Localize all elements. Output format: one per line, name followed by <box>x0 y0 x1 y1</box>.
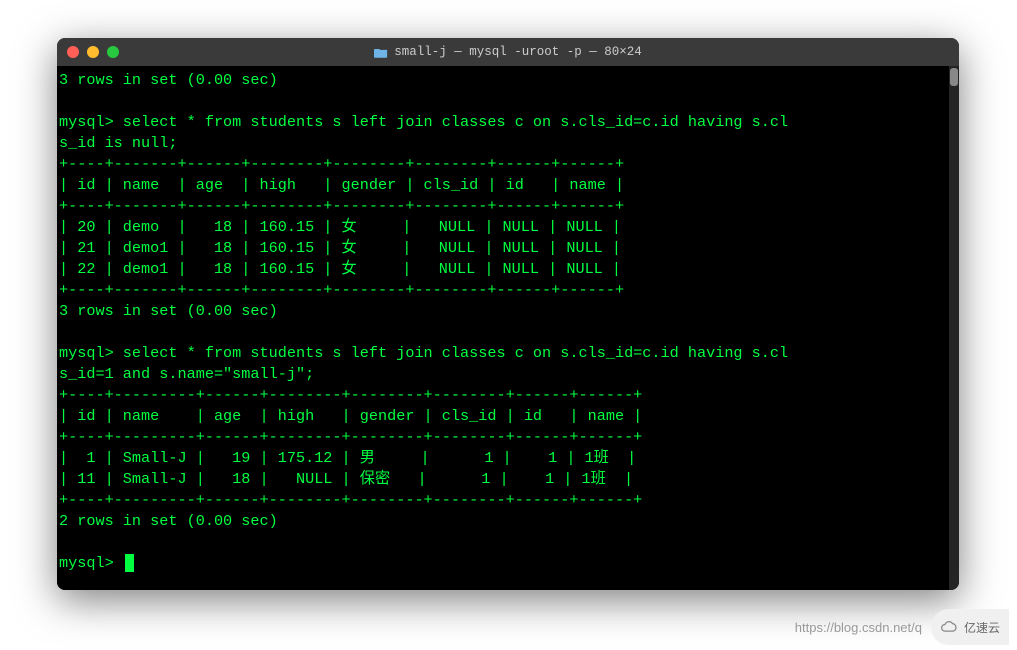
terminal-line: +----+---------+------+--------+--------… <box>59 491 642 509</box>
terminal-line: 3 rows in set (0.00 sec) <box>59 302 278 320</box>
window-title-text: small-j — mysql -uroot -p — 80×24 <box>394 45 642 59</box>
terminal-line: +----+-------+------+--------+--------+-… <box>59 281 624 299</box>
terminal-line: +----+---------+------+--------+--------… <box>59 428 642 446</box>
terminal-line: +----+-------+------+--------+--------+-… <box>59 155 624 173</box>
close-icon[interactable] <box>67 46 79 58</box>
terminal-line: | 20 | demo | 18 | 160.15 | 女 | NULL | N… <box>59 218 621 236</box>
terminal-output: 3 rows in set (0.00 sec) mysql> select *… <box>59 70 957 574</box>
terminal-prompt[interactable]: mysql> <box>59 554 123 572</box>
logo-badge: 亿速云 <box>931 609 1009 645</box>
window-titlebar[interactable]: small-j — mysql -uroot -p — 80×24 <box>57 38 959 66</box>
terminal-line: s_id is null; <box>59 134 177 152</box>
terminal-line: | 1 | Small-J | 19 | 175.12 | 男 | 1 | 1 … <box>59 449 636 467</box>
cursor-icon <box>125 554 134 572</box>
window-title: small-j — mysql -uroot -p — 80×24 <box>57 45 959 59</box>
terminal-line: 3 rows in set (0.00 sec) <box>59 71 278 89</box>
terminal-line: +----+-------+------+--------+--------+-… <box>59 197 624 215</box>
terminal-line: +----+---------+------+--------+--------… <box>59 386 642 404</box>
terminal-body[interactable]: 3 rows in set (0.00 sec) mysql> select *… <box>57 66 959 590</box>
cloud-icon <box>940 620 960 634</box>
watermark-text: https://blog.csdn.net/q <box>795 620 922 635</box>
traffic-lights <box>67 46 119 58</box>
terminal-window: small-j — mysql -uroot -p — 80×24 3 rows… <box>57 38 959 590</box>
terminal-line: 2 rows in set (0.00 sec) <box>59 512 278 530</box>
terminal-line: | 11 | Small-J | 18 | NULL | 保密 | 1 | 1 … <box>59 470 633 488</box>
maximize-icon[interactable] <box>107 46 119 58</box>
terminal-line: | 22 | demo1 | 18 | 160.15 | 女 | NULL | … <box>59 260 621 278</box>
folder-icon <box>374 47 388 58</box>
terminal-line: s_id=1 and s.name="small-j"; <box>59 365 314 383</box>
terminal-line: | id | name | age | high | gender | cls_… <box>59 176 624 194</box>
terminal-line: mysql> select * from students s left joi… <box>59 113 788 131</box>
minimize-icon[interactable] <box>87 46 99 58</box>
terminal-line: | 21 | demo1 | 18 | 160.15 | 女 | NULL | … <box>59 239 621 257</box>
scrollbar-thumb[interactable] <box>950 68 958 86</box>
logo-text: 亿速云 <box>964 619 1000 636</box>
terminal-line: | id | name | age | high | gender | cls_… <box>59 407 642 425</box>
terminal-line: mysql> select * from students s left joi… <box>59 344 788 362</box>
scrollbar-track[interactable] <box>949 66 959 590</box>
